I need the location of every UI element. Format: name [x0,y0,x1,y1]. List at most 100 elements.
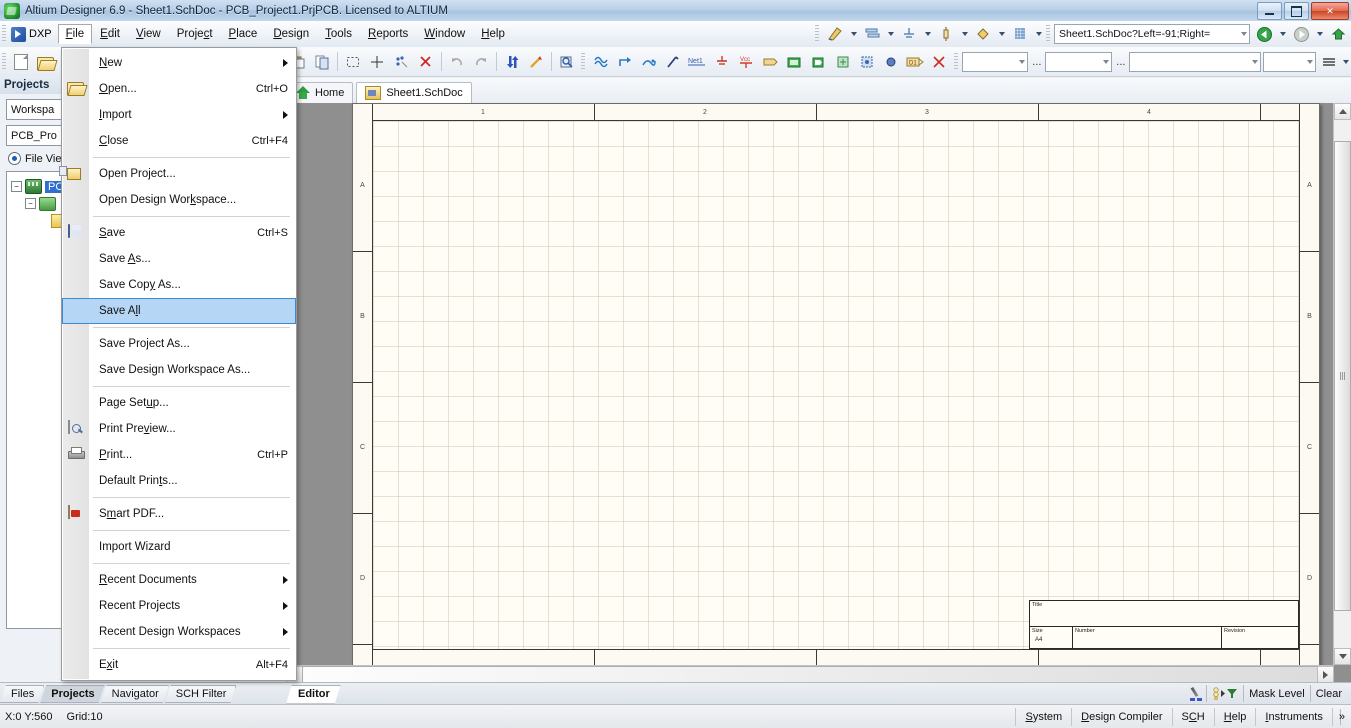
schematic-sheet[interactable]: 1 2 3 4 A B C D A B C D [352,103,1320,667]
status-button-design-compiler[interactable]: Design Compiler [1071,708,1171,726]
signal-harness-icon[interactable] [638,50,660,74]
close-button[interactable]: ✕ [1311,2,1349,20]
vertical-scroll-thumb[interactable] [1334,141,1351,611]
status-button-instruments[interactable]: Instruments [1255,708,1331,726]
diamond-dropdown-icon[interactable] [996,23,1007,45]
filter-ellipsis-1[interactable]: ... [1029,56,1044,68]
menu-item-save-copy-as[interactable]: Save Copy As... [62,272,296,298]
layers-dropdown-icon[interactable] [885,23,896,45]
menu-item-open-design-workspace[interactable]: Open Design Workspace... [62,187,296,213]
menu-item-exit[interactable]: Exit Alt+F4 [62,652,296,678]
ground-dropdown-icon[interactable] [922,23,933,45]
net-label-icon[interactable]: Net1 [686,50,708,74]
expander-icon[interactable]: − [25,198,36,209]
menu-file[interactable]: File [58,24,93,44]
status-overflow-icon[interactable]: » [1332,708,1351,726]
diamond-icon[interactable] [971,22,995,46]
address-combo[interactable]: Sheet1.SchDoc?Left=-91;Right= [1054,24,1250,44]
device-sheet-icon[interactable] [831,50,853,74]
back-icon[interactable] [1252,22,1276,46]
menu-item-page-setup[interactable]: Page Setup... [62,390,296,416]
menu-place[interactable]: Place [221,24,266,44]
filter-combo-2[interactable] [1045,52,1112,72]
gnd-power-port-icon[interactable] [710,50,732,74]
status-button-help[interactable]: Help [1214,708,1256,726]
schematic-editor-canvas[interactable]: 1 2 3 4 A B C D A B C D [286,103,1351,682]
harness-connector-icon[interactable] [856,50,878,74]
minimize-button[interactable] [1257,2,1282,20]
schematic-tool-icon[interactable] [823,22,847,46]
filter-icon[interactable] [1206,685,1243,702]
menu-item-open-project[interactable]: Open Project... [62,161,296,187]
panel-tab-projects[interactable]: Projects [40,685,104,703]
menu-item-smart-pdf[interactable]: Smart PDF... [62,501,296,527]
component-pin-icon[interactable] [934,22,958,46]
menu-help[interactable]: Help [473,24,513,44]
expander-icon[interactable]: − [11,181,22,192]
status-button-sch[interactable]: SCH [1172,708,1214,726]
wire-icon[interactable] [614,50,636,74]
nav-toolbar-grip[interactable] [815,25,819,43]
menu-item-default-prints[interactable]: Default Prints... [62,468,296,494]
menu-item-save[interactable]: Save Ctrl+S [62,220,296,246]
menu-item-save-project-as[interactable]: Save Project As... [62,331,296,357]
grid-dropdown-icon[interactable] [1033,23,1044,45]
menu-item-import-wizard[interactable]: Import Wizard [62,534,296,560]
sheet-symbol-icon[interactable] [783,50,805,74]
dxp-menu-button[interactable]: DXP [9,25,58,44]
menu-item-save-as[interactable]: Save As... [62,246,296,272]
grid-icon[interactable] [1008,22,1032,46]
vertical-scrollbar[interactable] [1333,103,1351,665]
menu-item-import[interactable]: Import [62,102,296,128]
layers-icon[interactable] [860,22,884,46]
filter-toolbar-grip[interactable] [954,53,958,71]
menu-project[interactable]: Project [169,24,221,44]
schematic-tool-dropdown-icon[interactable] [848,23,859,45]
filter-combo-1[interactable] [962,52,1029,72]
component-dropdown-icon[interactable] [959,23,970,45]
deselect-icon[interactable] [390,50,412,74]
menu-design[interactable]: Design [265,24,317,44]
vcc-power-port-icon[interactable]: Vcc [735,50,757,74]
cross-icon[interactable] [928,50,950,74]
updown-arrows-icon[interactable] [501,50,523,74]
clear-mask-button[interactable]: Clear [1310,685,1347,702]
menu-item-close[interactable]: Close Ctrl+F4 [62,128,296,154]
undo-icon[interactable] [446,50,468,74]
highlight-pen-icon[interactable] [1189,686,1206,701]
address-toolbar-grip[interactable] [1046,25,1050,43]
home-nav-icon[interactable] [1326,22,1350,46]
panel-tab-files[interactable]: Files [0,685,44,703]
sheet-title-block[interactable]: Title Size A4 Number Revision [1029,600,1299,649]
filter-combo-3[interactable] [1129,52,1261,72]
bus-entry-icon[interactable] [662,50,684,74]
designator-icon[interactable]: D1 [904,50,926,74]
status-button-system[interactable]: System [1015,708,1071,726]
menu-item-save-all[interactable]: Save All [62,298,296,324]
horizontal-scroll-thumb[interactable] [302,666,1320,683]
doctab-sheet1[interactable]: Sheet1.SchDoc [356,82,471,103]
menu-item-print[interactable]: Print... Ctrl+P [62,442,296,468]
filter-list-dropdown-icon[interactable] [1341,51,1351,73]
horizontal-scrollbar[interactable] [286,665,1334,683]
filter-list-icon[interactable] [1318,50,1340,74]
mask-level-button[interactable]: Mask Level [1243,685,1310,702]
redo-icon[interactable] [470,50,492,74]
select-area-icon[interactable] [342,50,364,74]
duplicate-icon[interactable] [311,50,333,74]
panel-tab-sch-filter[interactable]: SCH Filter [165,685,237,703]
move-icon[interactable] [366,50,388,74]
editor-tab[interactable]: Editor [286,685,341,704]
file-dropdown-menu[interactable]: New Open... Ctrl+O Import Close Ctrl+F4 … [61,47,297,681]
sheet-grid-area[interactable] [372,120,1300,650]
menu-item-recent-documents[interactable]: Recent Documents [62,567,296,593]
menu-window[interactable]: Window [416,24,473,44]
menu-item-recent-design-workspaces[interactable]: Recent Design Workspaces [62,619,296,645]
scroll-down-button[interactable] [1334,648,1351,665]
port-icon[interactable] [759,50,781,74]
menu-item-recent-projects[interactable]: Recent Projects [62,593,296,619]
filter-combo-4[interactable] [1263,52,1315,72]
sheet-entry-icon[interactable] [807,50,829,74]
forward-dropdown-icon[interactable] [1314,23,1325,45]
menu-item-save-design-workspace-as[interactable]: Save Design Workspace As... [62,357,296,383]
